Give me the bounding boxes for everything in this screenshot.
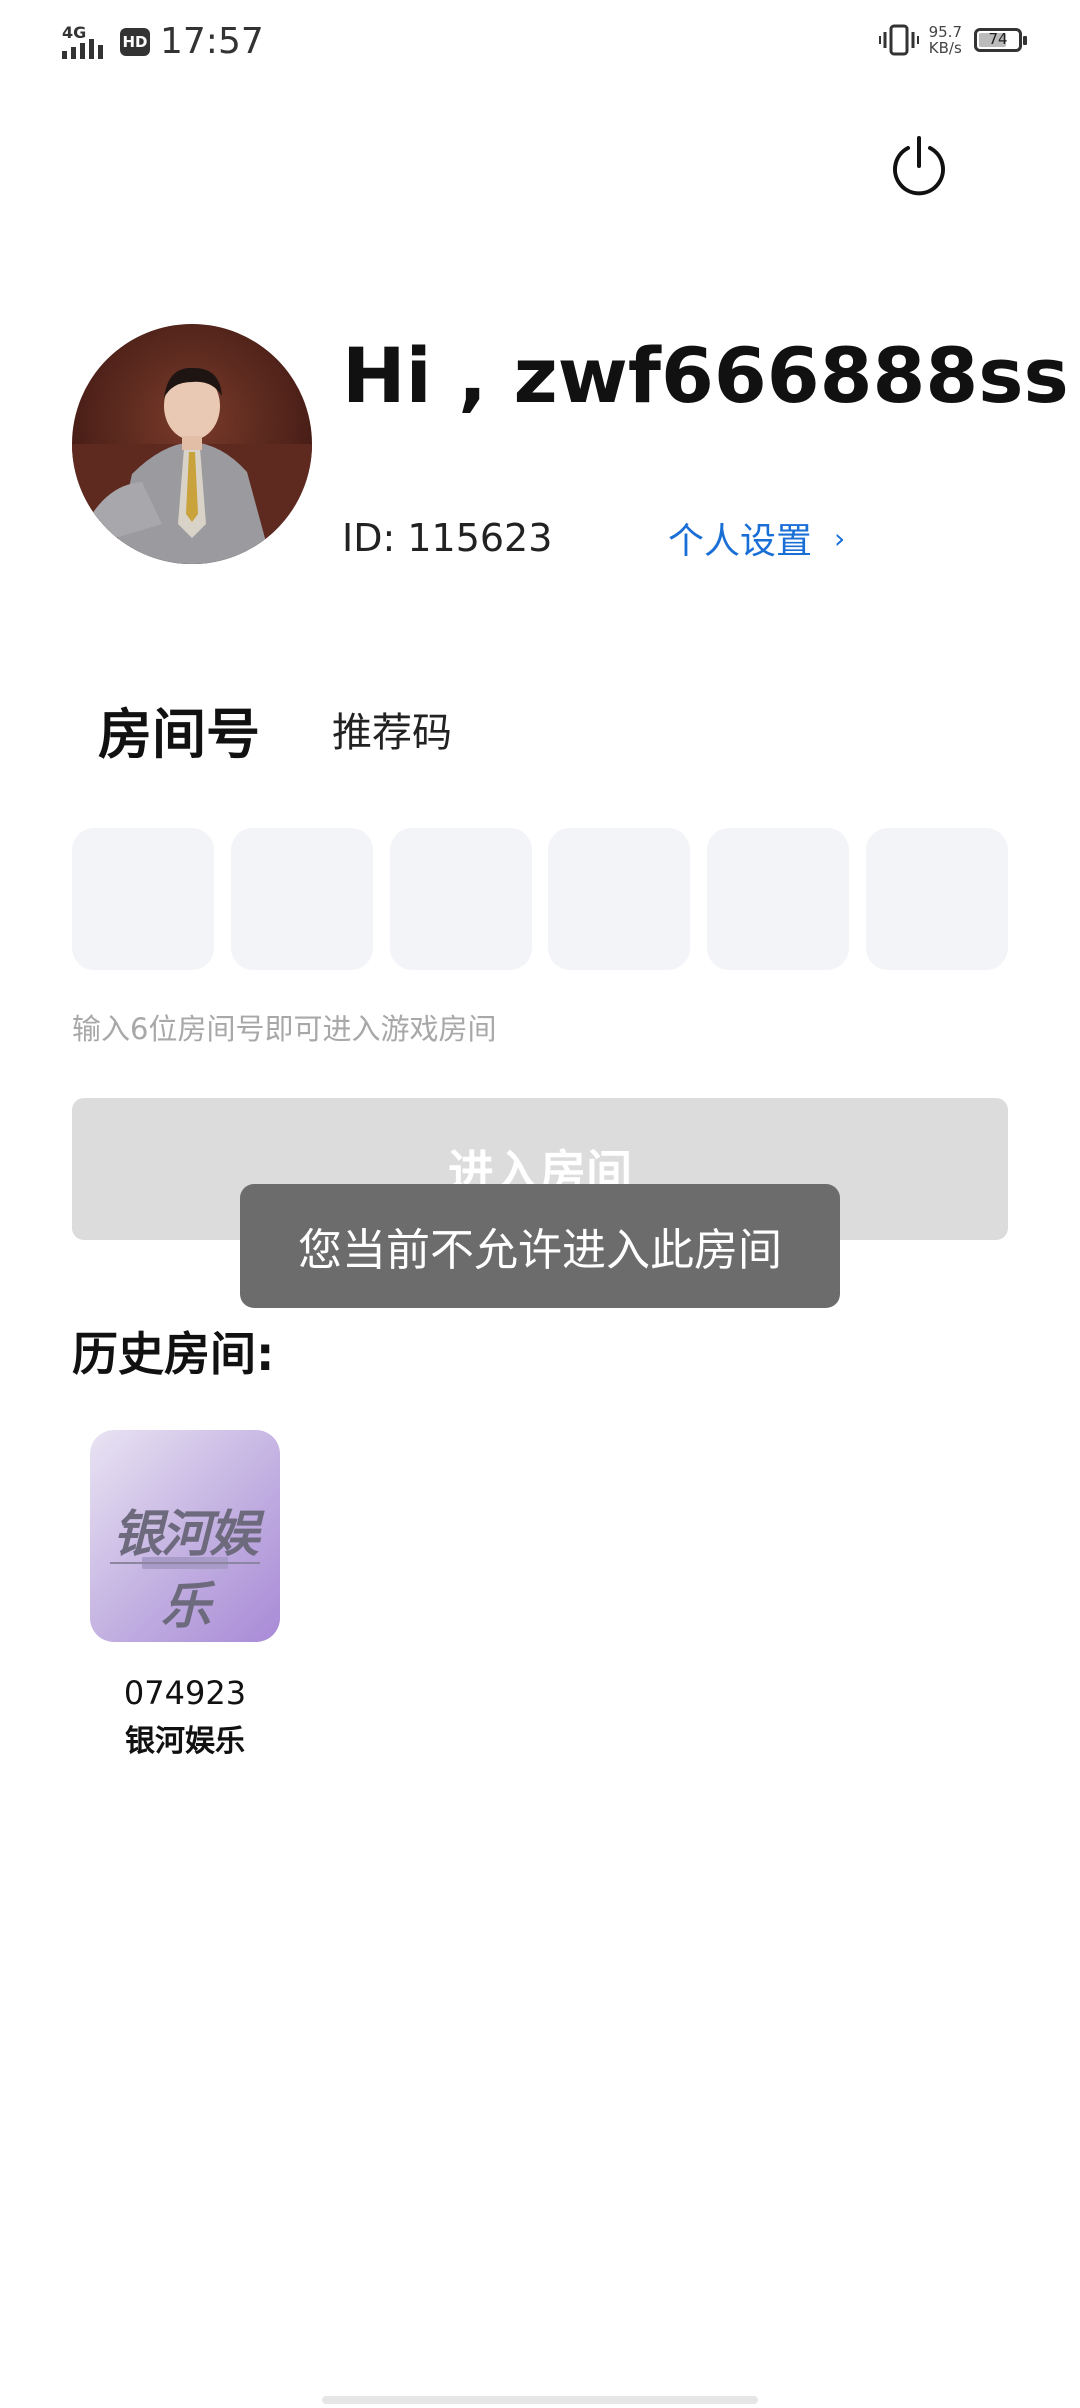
chevron-right-icon: › <box>834 521 846 555</box>
battery-level: 74 <box>988 30 1008 48</box>
status-time: 17:57 <box>160 21 264 62</box>
power-icon[interactable] <box>886 134 952 200</box>
tab-referral-code[interactable]: 推荐码 <box>332 700 452 758</box>
avatar-image <box>72 324 312 564</box>
signal-icon: 4G <box>62 23 110 59</box>
room-code-input[interactable] <box>72 828 1008 970</box>
network-speed: 95.7 KB/s <box>929 24 962 56</box>
history-room-name: 银河娱乐 <box>125 1724 245 1759</box>
speed-value: 95.7 <box>928 23 962 41</box>
room-code-digit-5[interactable] <box>707 828 850 970</box>
history-room-item[interactable]: 银河娱乐 074923 银河娱乐 <box>88 1430 282 1760</box>
personal-settings-label: 个人设置 <box>668 521 813 562</box>
room-code-digit-6[interactable] <box>865 828 1008 970</box>
greeting: Hi , zwf666888ss <box>342 331 1069 420</box>
vibrate-icon <box>878 24 919 56</box>
home-indicator[interactable] <box>322 2396 758 2404</box>
tab-room-number[interactable]: 房间号 <box>98 690 260 769</box>
history-title: 历史房间: <box>72 1327 275 1381</box>
room-code-hint: 输入6位房间号即可进入游戏房间 <box>72 1012 497 1046</box>
status-bar-right: 95.7 KB/s 74 <box>878 22 1027 58</box>
avatar[interactable] <box>72 324 312 564</box>
room-code-digit-2[interactable] <box>230 828 373 970</box>
toast-message: 您当前不允许进入此房间 <box>240 1184 840 1308</box>
room-code-digit-4[interactable] <box>548 828 691 970</box>
personal-settings-link[interactable]: 个人设置 › <box>668 512 845 564</box>
user-id: ID: 115623 <box>342 516 553 560</box>
network-type: 4G <box>62 23 87 42</box>
speed-unit: KB/s <box>928 39 962 57</box>
hd-icon: HD <box>120 28 150 56</box>
status-bar-left: 4G HD 17:57 <box>62 20 264 64</box>
history-room-thumbnail: 银河娱乐 <box>90 1430 280 1642</box>
status-bar: 4G HD 17:57 95.7 KB/s 74 <box>0 0 1080 84</box>
battery-icon: 74 <box>974 28 1027 52</box>
history-room-id: 074923 <box>123 1674 247 1712</box>
room-code-digit-1[interactable] <box>72 828 214 970</box>
room-code-digit-3[interactable] <box>389 828 532 970</box>
